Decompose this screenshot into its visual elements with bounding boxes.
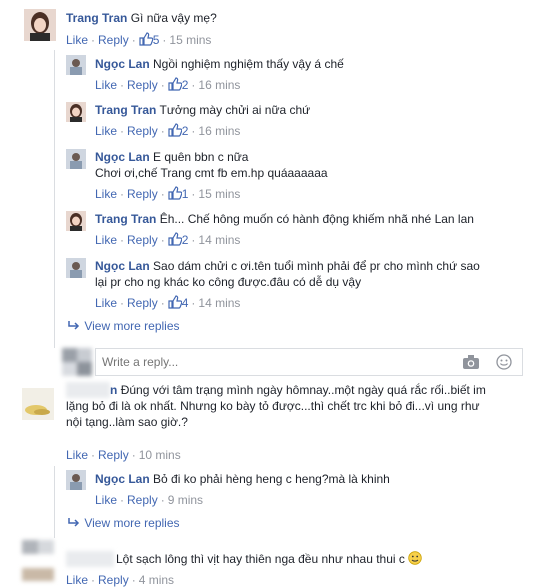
like-link[interactable]: Like	[95, 493, 117, 507]
reply-link[interactable]: Reply	[98, 573, 129, 587]
comment-text: Tưởng mày chửi ai nữa chứ	[159, 103, 311, 117]
comment-text: Sao dám chửi c ơi.tên tuổi mình phải để …	[153, 259, 480, 273]
comment-author[interactable]: Ngọc Lan	[95, 57, 150, 71]
comment-author[interactable]: Trang Tran	[66, 11, 127, 25]
avatar[interactable]	[24, 9, 56, 41]
reply-link[interactable]: Reply	[127, 233, 158, 247]
comment-text-line: lại pr cho ng khác ko công được.đâu có d…	[95, 275, 362, 289]
comment-author[interactable]: Trang Tran	[95, 103, 156, 117]
timestamp[interactable]: 14 mins	[198, 296, 240, 310]
timestamp[interactable]: 15 mins	[198, 187, 240, 201]
timestamp[interactable]: 9 mins	[168, 493, 203, 507]
reply-link[interactable]: Reply	[98, 33, 129, 47]
comment-text: Lột sạch lông thì vịt hay thiên nga đều …	[116, 552, 405, 566]
avatar-image	[62, 348, 92, 376]
like-link[interactable]: Like	[66, 33, 88, 47]
comment-text: E quên bbn c nữa	[153, 150, 249, 164]
reply-arrow-icon	[68, 518, 80, 527]
reply-input[interactable]	[100, 352, 444, 372]
timestamp[interactable]: 15 mins	[169, 33, 211, 47]
comment-text: Ngồi nghiệm nghiệm thấy vậy á chế	[153, 57, 344, 71]
avatar-image	[66, 258, 86, 278]
reply-link[interactable]: Reply	[98, 448, 129, 462]
comment-text: Bỏ đi ko phải hèng heng c heng?mà là khi…	[153, 472, 390, 486]
reply-link[interactable]: Reply	[127, 296, 158, 310]
avatar[interactable]	[22, 540, 54, 581]
comment-text-line: lặng bỏ đi là ok nhất. Nhưng ko bày tỏ đ…	[66, 399, 480, 413]
reply-link[interactable]: Reply	[127, 78, 158, 92]
avatar[interactable]	[66, 258, 86, 278]
thread-line	[54, 50, 55, 348]
avatar	[62, 348, 92, 376]
comment-author[interactable]: Ngọc Lan	[95, 259, 150, 273]
avatar-image	[66, 149, 86, 169]
avatar-image	[66, 211, 86, 231]
comment-author[interactable]: Ngọc Lan	[95, 150, 150, 164]
like-count[interactable]: 2	[168, 77, 188, 92]
like-count[interactable]: 5	[139, 32, 159, 47]
comment-author[interactable]: n	[110, 383, 117, 397]
comment-text: Đúng với tâm trạng mình ngày hômnay..một…	[120, 383, 486, 397]
reply-link[interactable]: Reply	[127, 187, 158, 201]
view-more-replies[interactable]: View more replies	[67, 318, 180, 334]
reply-link[interactable]: Reply	[127, 493, 158, 507]
reply-link[interactable]: Reply	[127, 124, 158, 138]
thumbs-up-icon	[168, 123, 182, 137]
blurred-author-name	[66, 382, 110, 398]
like-count[interactable]: 2	[168, 232, 188, 247]
thread-line	[54, 466, 55, 538]
thumbs-up-icon	[168, 295, 182, 309]
like-count[interactable]: 2	[168, 123, 188, 138]
timestamp[interactable]: 14 mins	[198, 233, 240, 247]
avatar-image	[24, 9, 56, 41]
camera-icon[interactable]	[462, 354, 480, 370]
avatar[interactable]	[66, 149, 86, 169]
comment-text-line: Chơi ơi,chế Trang cmt fb em.hp quáaaaaaa	[95, 166, 328, 180]
timestamp[interactable]: 10 mins	[139, 448, 181, 462]
avatar-image	[22, 540, 54, 581]
thumbs-up-icon	[168, 186, 182, 200]
like-count[interactable]: 4	[168, 295, 188, 310]
avatar[interactable]	[66, 470, 86, 490]
blurred-author-name	[66, 551, 114, 567]
comment-text-line: nội tạng..làm sao giờ.?	[66, 415, 188, 429]
reply-input-box[interactable]	[95, 348, 523, 376]
like-link[interactable]: Like	[66, 448, 88, 462]
like-link[interactable]: Like	[95, 296, 117, 310]
avatar[interactable]	[22, 388, 54, 420]
timestamp[interactable]: 16 mins	[198, 124, 240, 138]
avatar[interactable]	[66, 211, 86, 231]
emoji-icon	[408, 551, 422, 565]
comment-author[interactable]: Ngọc Lan	[95, 472, 150, 486]
timestamp[interactable]: 16 mins	[198, 78, 240, 92]
thumbs-up-icon	[168, 232, 182, 246]
avatar-image	[66, 470, 86, 490]
emoji-icon[interactable]	[496, 354, 512, 370]
comment-author[interactable]: Trang Tran	[95, 212, 156, 226]
avatar[interactable]	[66, 55, 86, 75]
like-link[interactable]: Like	[95, 233, 117, 247]
reply-arrow-icon	[68, 321, 80, 330]
like-link[interactable]: Like	[95, 124, 117, 138]
like-link[interactable]: Like	[95, 78, 117, 92]
avatar-image	[66, 55, 86, 75]
view-more-replies[interactable]: View more replies	[67, 515, 180, 531]
like-count[interactable]: 1	[168, 186, 188, 201]
like-link[interactable]: Like	[95, 187, 117, 201]
like-link[interactable]: Like	[66, 573, 88, 587]
timestamp[interactable]: 4 mins	[139, 573, 174, 587]
comment-text: Gì nữa vậy mẹ?	[130, 11, 217, 25]
thumbs-up-icon	[139, 32, 153, 46]
comment-text: Êh... Chế hông muốn có hành động khiếm n…	[159, 212, 474, 226]
avatar[interactable]	[66, 102, 86, 122]
avatar-image	[66, 102, 86, 122]
avatar-image	[22, 388, 54, 420]
thumbs-up-icon	[168, 77, 182, 91]
